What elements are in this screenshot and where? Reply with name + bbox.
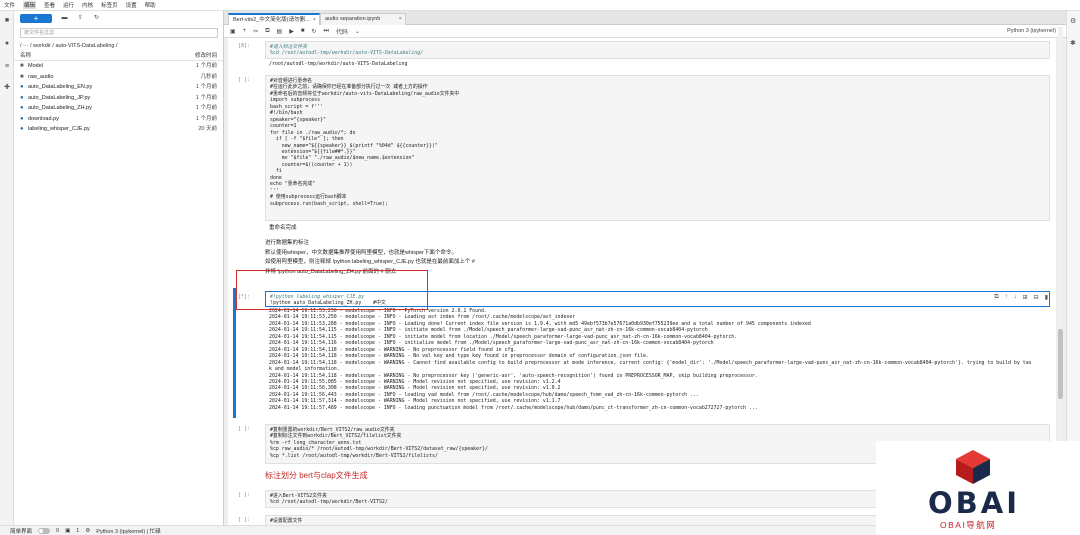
list-item[interactable]: ● auto_DataLabeling_JP.py 1 个月前 [14,93,223,104]
simple-mode-toggle[interactable] [38,527,51,534]
fast-forward-icon[interactable]: ⏭ [323,28,328,35]
upload-icon[interactable]: ⇧ [77,15,84,22]
move-down-icon[interactable]: ↓ [1014,294,1017,301]
cell-prompt: [8]: [238,43,251,49]
folder-icon: ■ [20,73,24,80]
file-browser: + ▬ ⇧ ↻ 按文件名过滤 / ··· / workdir / auto-VI… [14,11,224,525]
kernel-count[interactable]: 1 [76,528,79,534]
menu-settings[interactable]: 设置 [126,1,137,9]
python-file-icon: ● [20,126,24,132]
terminal-icon: ▣ [65,527,71,534]
cut-icon[interactable]: ✂ [253,28,258,35]
refresh-icon[interactable]: ↻ [93,15,100,22]
terminal-count[interactable]: 0 [56,528,59,534]
running-icon[interactable]: ● [3,40,11,48]
extension-icon[interactable]: ✚ [3,84,11,92]
menu-run[interactable]: 运行 [63,1,74,9]
insert-below-icon[interactable]: ⊟ [1034,294,1039,301]
gear-icon[interactable]: ⚙ [1070,17,1076,25]
stop-icon[interactable]: ■ [301,28,305,34]
list-item[interactable]: ● auto_DataLabeling_ZH.py 1 个月前 [14,103,223,114]
cube-logo-icon [956,450,990,484]
left-activity-bar: ■ ● ≡ ✚ [0,11,14,525]
list-item[interactable]: ■ Model 1 个月前 [14,61,223,72]
file-browser-toolbar: + ▬ ⇧ ↻ [14,11,223,26]
new-launcher-button[interactable]: + [20,14,52,23]
simple-mode-label: 简单界面 [10,528,33,535]
scrollbar-thumb[interactable] [1058,329,1063,399]
cell-toolbar: ⧉ ↑ ↓ ⊞ ⊟ ▮ [994,294,1048,301]
column-modified[interactable]: 修改时间 [195,52,217,60]
menu-edit[interactable]: 编辑 [23,1,37,9]
cell-output: 2024-01-14 19:11:53,250 - modelscope - I… [269,308,1032,411]
cell-type-select[interactable]: 代码 [336,27,348,36]
paste-icon[interactable]: ▤ [277,28,283,35]
menu-file[interactable]: 文件 [4,1,15,9]
move-up-icon[interactable]: ↑ [1005,294,1008,301]
delete-icon[interactable]: ▮ [1045,294,1048,301]
chevron-down-icon[interactable]: ⌄ [355,28,360,35]
kernel-status[interactable]: Python 3 (ipykernel) | 忙碌 [96,527,160,535]
markdown-heading[interactable]: 标注划分 bert与clap文件生成 [265,471,368,481]
kernel-name[interactable]: Python 3 (ipykernel) [1007,28,1056,34]
cell-output: /root/autodl-tmp/workdir/auto-VITS-DataL… [269,61,408,67]
insert-cell-icon[interactable]: + [243,28,247,34]
code-editor[interactable]: #进入标注文件夹 %cd /root/autodl-tmp/workdir/au… [265,41,1050,59]
run-icon[interactable]: ▶ [289,28,294,35]
menu-kernel[interactable]: 内核 [82,1,93,9]
highlight-box [236,270,428,310]
watermark-subtext: OBAI导航网 [940,520,997,530]
watermark-text: OBAI [928,486,1020,520]
python-file-icon: ● [20,84,24,90]
folder-icon: ■ [20,63,24,69]
cell-prompt: [ ]: [238,517,251,523]
python-file-icon: ● [20,115,24,122]
close-icon[interactable]: × [313,15,316,25]
tab-bar: Bert-vits2_中文简化版(请勿删... × audio separatio… [224,11,1066,25]
kernel-icon: ⚙ [85,527,91,534]
notebook-toolbar: ▣ + ✂ ⧉ ▤ ▶ ■ ↻ ⏭ 代码 ⌄ Python 3 (ipykern… [224,25,1066,38]
file-filter-input[interactable]: 按文件名过滤 [20,28,218,38]
file-list-header: 名称 修改时间 [14,52,223,61]
cell-prompt: [ ]: [238,77,251,83]
cell-output: 重命名完成 [269,225,297,231]
watermark-logo: OBAI OBAI导航网 [876,441,1080,535]
code-editor[interactable]: #对音频进行重命名 #在运行此步之前，请确保你已经在准备部分执行过一次 或者上方… [265,75,1050,221]
menu-bar: 文件 编辑 查看 运行 内核 标签页 设置 帮助 [0,0,1080,11]
file-list: ■ Model 1 个月前 ■ raw_audio 几秒前 ● auto_DataLabe… [14,61,223,135]
breadcrumb[interactable]: / ··· / workdir / auto-VITS-DataLabeling… [14,40,223,52]
close-icon[interactable]: × [399,14,402,25]
tab-audio-separation[interactable]: audio separation.ipynb × [320,13,406,25]
cell-prompt: [ ]: [238,426,251,432]
duplicate-icon[interactable]: ⧉ [994,294,998,301]
list-item[interactable]: ● download.py 1 个月前 [14,114,223,125]
column-name[interactable]: 名称 [20,52,195,60]
new-folder-icon[interactable]: ▬ [61,15,68,22]
copy-icon[interactable]: ⧉ [265,28,269,35]
tab-notebook[interactable]: Bert-vits2_中文简化版(请勿删... × [228,13,320,25]
list-item[interactable]: ● labeling_whisper_CJE.py 20 天前 [14,124,223,135]
folder-icon[interactable]: ■ [3,17,11,25]
python-file-icon: ● [20,94,24,101]
python-file-icon: ● [20,105,24,111]
debugger-icon[interactable]: ✱ [1070,39,1076,47]
menu-view[interactable]: 查看 [44,1,55,9]
toc-icon[interactable]: ≡ [3,63,11,71]
save-icon[interactable]: ▣ [230,28,236,35]
insert-above-icon[interactable]: ⊞ [1023,294,1028,301]
menu-tabs[interactable]: 标签页 [101,1,118,9]
menu-help[interactable]: 帮助 [145,1,156,9]
list-item[interactable]: ● auto_DataLabeling_EN.py 1 个月前 [14,82,223,93]
cell-prompt: [ ]: [238,492,251,498]
list-item[interactable]: ■ raw_audio 几秒前 [14,72,223,83]
restart-icon[interactable]: ↻ [311,28,316,35]
